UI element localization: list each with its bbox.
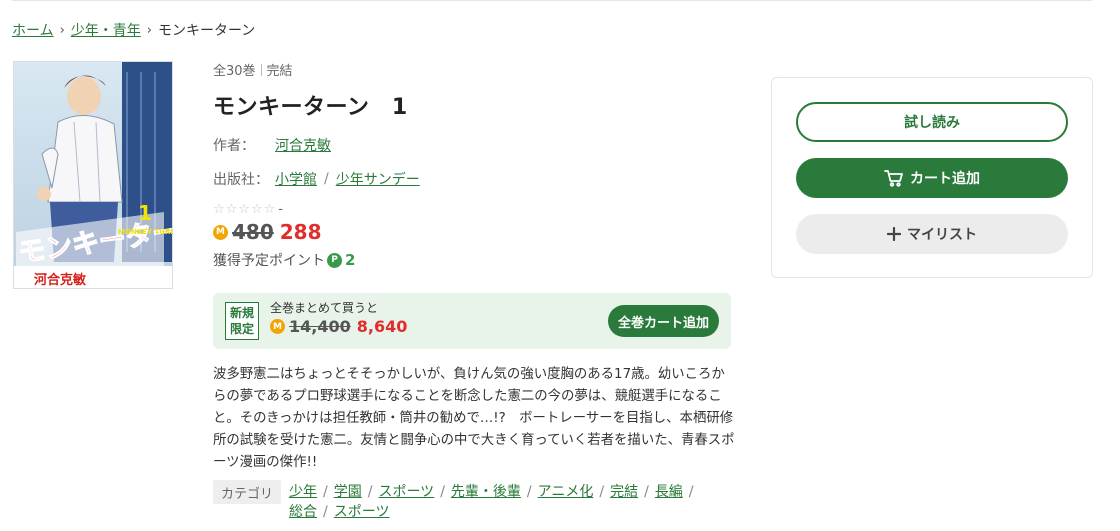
category-link[interactable]: 少年	[289, 484, 317, 500]
series-status: 完結	[266, 64, 293, 79]
label-link[interactable]: 少年サンデー	[336, 169, 420, 189]
author-row: 作者： 河合克敏	[213, 135, 733, 155]
category-label: カテゴリ	[213, 480, 282, 504]
bundle-offer: 新規 限定 全巻まとめて買うと M 14,400 8,640 全巻カート追加	[213, 293, 731, 349]
author-label: 作者：	[213, 138, 255, 154]
add-all-to-cart-button[interactable]: 全巻カート追加	[607, 305, 719, 337]
cover-english-text: MONKEY TURN	[118, 228, 173, 236]
add-to-mylist-button[interactable]: マイリスト	[796, 214, 1068, 254]
breadcrumb-chevron-icon: ›	[146, 22, 152, 38]
breadcrumb-current: モンキーターン	[158, 23, 256, 39]
category-links: 少年 / 学園 / スポーツ / 先輩・後輩 / アニメ化 / 完結 / 長編 / 総合 / スポーツ	[289, 484, 694, 520]
volume-count: 全30巻	[213, 64, 256, 79]
badge-line-1: 新規	[229, 306, 254, 320]
cover-author-text: 河合克敏	[34, 272, 87, 288]
add-to-cart-label: カート追加	[910, 171, 980, 187]
trial-read-button[interactable]: 試し読み	[796, 102, 1068, 142]
bundle-sale-price: 8,640	[356, 317, 408, 336]
points-label: 獲得予定ポイント	[213, 253, 325, 269]
cart-icon	[884, 169, 904, 187]
new-user-limited-badge: 新規 限定	[225, 302, 259, 340]
coin-icon: M	[270, 319, 285, 334]
publisher-label: 出版社：	[213, 172, 269, 188]
breadcrumb-home-link[interactable]: ホーム	[12, 20, 54, 40]
category-link[interactable]: 総合	[289, 504, 317, 520]
publisher-row: 出版社： 小学館 / 少年サンデー	[213, 169, 733, 189]
points-value: 2	[345, 251, 356, 269]
category-link[interactable]: 先輩・後輩	[451, 484, 521, 500]
rating-value: -	[278, 202, 284, 217]
category-link[interactable]: スポーツ	[378, 484, 434, 500]
price-row: M 480 288	[213, 220, 733, 244]
book-cover-image[interactable]: モンキーターン 1 MONKEY TURN 河合克敏	[13, 61, 173, 289]
breadcrumb-category-link[interactable]: 少年・青年	[71, 20, 141, 40]
breadcrumb: ホーム › 少年・青年 › モンキーターン	[12, 20, 255, 40]
coin-icon: M	[213, 224, 228, 240]
purchase-panel: 試し読み カート追加 マイリスト	[771, 77, 1093, 278]
breadcrumb-chevron-icon: ›	[59, 22, 65, 38]
top-divider	[12, 0, 1092, 1]
category-link[interactable]: 長編	[655, 484, 683, 500]
mylist-label: マイリスト	[907, 227, 977, 243]
publisher-link[interactable]: 小学館	[275, 169, 317, 189]
bundle-original-price: 14,400	[289, 317, 351, 336]
star-rating-icons: ☆☆☆☆☆	[213, 202, 277, 217]
badge-line-2: 限定	[229, 322, 254, 336]
add-to-cart-button[interactable]: カート追加	[796, 158, 1068, 198]
author-link[interactable]: 河合克敏	[275, 135, 331, 155]
trial-read-label: 試し読み	[904, 115, 960, 131]
cover-volume-text: 1	[138, 201, 152, 225]
meta-divider	[260, 63, 262, 76]
page-title: モンキーターン 1	[213, 95, 408, 120]
category-link[interactable]: 完結	[610, 484, 638, 500]
bundle-text: 全巻まとめて買うと	[270, 301, 379, 315]
volume-meta: 全30巻 完結	[213, 60, 733, 79]
rating[interactable]: ☆☆☆☆☆ -	[213, 202, 733, 217]
slash-divider: /	[324, 171, 329, 187]
category-link[interactable]: アニメ化	[538, 484, 594, 500]
points-row: 獲得予定ポイント P 2	[213, 250, 733, 270]
bundle-price-row: M 14,400 8,640	[270, 317, 407, 336]
category-link[interactable]: 学園	[334, 484, 362, 500]
book-description: 波多野憲二はちょっとそそっかしいが、負けん気の強い度胸のある17歳。幼いころから…	[213, 367, 735, 470]
category-link[interactable]: スポーツ	[334, 504, 390, 520]
plus-icon	[887, 227, 901, 241]
book-info: 全30巻 完結 モンキーターン 1 作者： 河合克敏 出版社： 小学館 / 少年…	[213, 60, 733, 270]
points-icon: P	[327, 252, 342, 268]
category-list: カテゴリ 少年 / 学園 / スポーツ / 先輩・後輩 / アニメ化 / 完結 / 長編 / 総合 / スポーツ	[213, 480, 733, 522]
original-price: 480	[232, 220, 274, 244]
sale-price: 288	[279, 220, 322, 244]
